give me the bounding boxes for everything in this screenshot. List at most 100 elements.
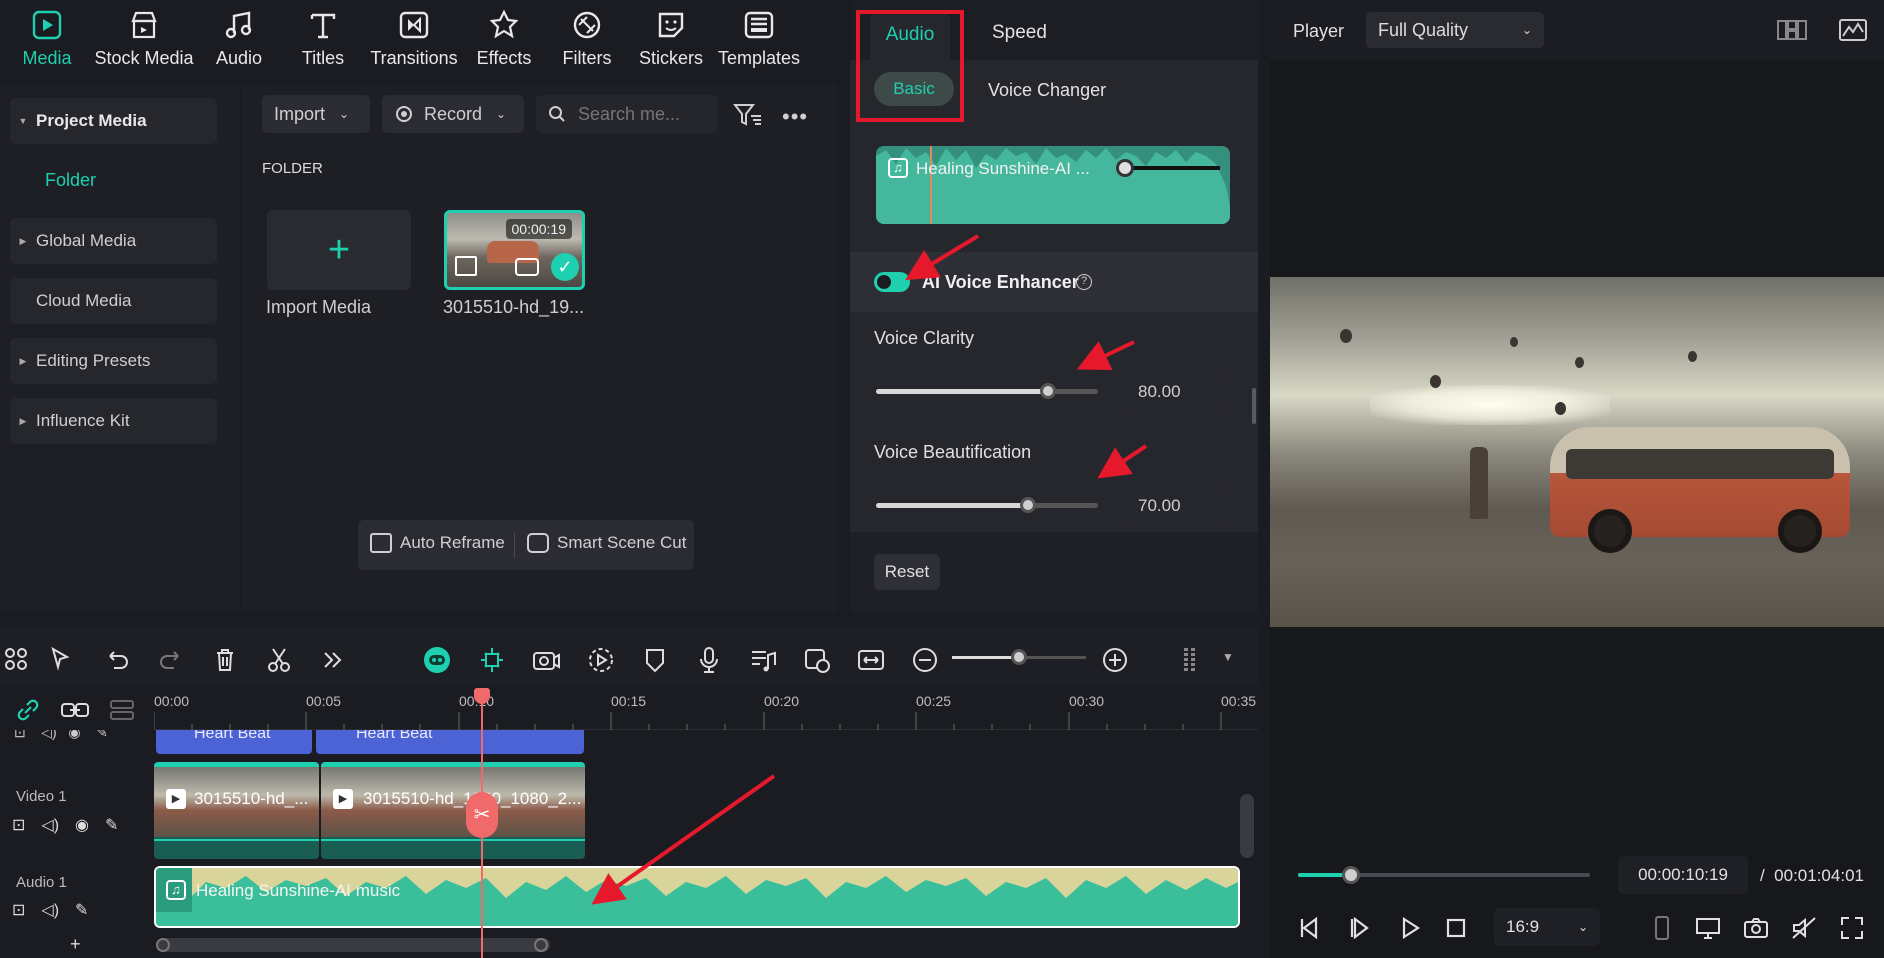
import-dropdown[interactable]: Import ⌄ (262, 95, 370, 133)
volume-icon[interactable]: ◁) (41, 815, 59, 835)
lock-icon[interactable]: ⊡ (12, 815, 25, 835)
track-manager-icon[interactable] (108, 696, 136, 724)
playhead-handle[interactable] (474, 688, 490, 704)
auto-reframe-button[interactable]: Auto Reframe (370, 533, 505, 553)
chevron-down-icon: ⌄ (1577, 920, 1588, 934)
timeline-hscrollbar[interactable] (156, 938, 550, 952)
camera-plus-icon[interactable] (531, 645, 561, 675)
wand-icon[interactable]: ✎ (75, 900, 88, 920)
microphone-icon[interactable] (694, 645, 724, 675)
zoom-slider-knob[interactable] (1011, 649, 1027, 665)
select-tool-icon[interactable] (48, 645, 78, 675)
timeline-grid-icon[interactable] (1178, 645, 1208, 675)
delete-icon[interactable] (210, 645, 240, 675)
more-tools-icon[interactable] (318, 645, 348, 675)
sidebar-item-influence-kit[interactable]: ▶ Influence Kit (10, 398, 217, 444)
title-clip[interactable]: Heart Beat (156, 730, 312, 754)
timeline-menu-chevron[interactable]: ▼ (1222, 650, 1234, 664)
wand-icon[interactable]: ✎ (105, 815, 118, 835)
panel-scrollbar[interactable] (1252, 388, 1256, 424)
import-media-tile[interactable]: + (267, 210, 411, 290)
sidebar-item-folder[interactable]: Folder (45, 170, 96, 191)
phone-preview-icon[interactable] (1648, 914, 1676, 942)
redo-icon[interactable] (156, 645, 186, 675)
display-icon[interactable] (1694, 914, 1722, 942)
add-track-button[interactable]: + (70, 934, 81, 955)
fit-icon[interactable] (856, 645, 886, 675)
video-clip[interactable]: ▶ 3015510-hd_... (154, 762, 319, 859)
toolbar-stickers[interactable]: Stickers (638, 8, 704, 69)
van-window-strip (1566, 449, 1834, 479)
reset-button[interactable]: Reset (874, 554, 940, 590)
hscroll-handle-left[interactable] (156, 938, 170, 952)
step-forward-icon[interactable] (1346, 914, 1374, 942)
quality-dropdown[interactable]: Full Quality ⌄ (1366, 12, 1544, 48)
toolbar-media[interactable]: Media (16, 8, 78, 69)
scissors-icon[interactable] (264, 645, 294, 675)
fullscreen-icon[interactable] (1838, 914, 1866, 942)
layout-grid-icon[interactable] (1776, 18, 1808, 42)
toolbar-effects[interactable]: Effects (476, 8, 532, 69)
toolbar-stock-media[interactable]: Stock Media (92, 8, 196, 69)
eye-icon[interactable]: ◉ (75, 815, 89, 835)
hscroll-handle-right[interactable] (534, 938, 548, 952)
step-back-icon[interactable] (1296, 914, 1324, 942)
playhead-scissors-icon[interactable]: ✂ (466, 792, 498, 838)
toolbar-transitions[interactable]: Transitions (370, 8, 458, 69)
title-clip[interactable]: Heart Beat (316, 730, 584, 754)
marker-icon[interactable] (640, 645, 670, 675)
link-icon[interactable] (14, 696, 42, 724)
voice-beautification-value[interactable]: 70.00 (1124, 487, 1232, 525)
media-clip-thumbnail[interactable]: 00:00:19 ✓ (444, 210, 585, 290)
preview-volume-knob[interactable] (1116, 159, 1134, 177)
record-dropdown[interactable]: Record ⌄ (382, 95, 524, 133)
ruler-label: 00:20 (764, 693, 800, 709)
undo-icon[interactable] (102, 645, 132, 675)
audio-beat-icon[interactable] (748, 645, 778, 675)
timeline-vscrollbar[interactable] (1240, 794, 1254, 858)
ai-mate-icon[interactable] (422, 645, 452, 675)
subtab-voice-changer[interactable]: Voice Changer (988, 80, 1106, 101)
media-search-box[interactable] (536, 95, 718, 133)
snap-icon[interactable] (477, 645, 507, 675)
audio-waveform-preview: ♫ Healing Sunshine-AI ... (876, 146, 1230, 224)
scope-icon[interactable] (1838, 18, 1868, 42)
toolbar-audio[interactable]: Audio (213, 8, 265, 69)
sidebar-item-project-media[interactable]: ▼ Project Media (10, 98, 217, 144)
motion-track-icon[interactable] (586, 645, 616, 675)
smart-scene-cut-button[interactable]: Smart Scene Cut (527, 533, 686, 553)
sidebar-item-global-media[interactable]: ▶ Global Media (10, 218, 217, 264)
toolbar-titles[interactable]: Titles (299, 8, 347, 69)
toolbar-filters[interactable]: Filters (562, 8, 612, 69)
video-clip[interactable]: ▶ 3015510-hd_1920_1080_2... (321, 762, 585, 859)
chevron-down-icon: ⌄ (1521, 23, 1532, 37)
sidebar-item-editing-presets[interactable]: ▶ Editing Presets (10, 338, 217, 384)
group-link-icon[interactable] (60, 696, 90, 724)
audio-clip[interactable]: ♫ Healing Sunshine-AI music (154, 866, 1240, 928)
sidebar-item-cloud-media[interactable]: Cloud Media (10, 278, 217, 324)
help-icon[interactable]: ? (1076, 274, 1092, 290)
play-icon[interactable] (1396, 914, 1424, 942)
tab-speed[interactable]: Speed (992, 22, 1047, 44)
playback-knob[interactable] (1342, 866, 1360, 884)
more-options-icon[interactable]: ••• (782, 104, 808, 130)
search-input[interactable] (578, 103, 708, 125)
stop-icon[interactable] (1442, 914, 1470, 942)
zoom-out-icon[interactable] (910, 645, 940, 675)
filter-icon[interactable] (733, 102, 763, 128)
voice-clarity-knob[interactable] (1040, 383, 1056, 399)
audio-mute-icon[interactable] (1790, 914, 1818, 942)
current-time-box[interactable]: 00:00:10:19 (1618, 856, 1748, 894)
clip-speed-icon[interactable] (802, 645, 832, 675)
video-preview[interactable] (1270, 277, 1884, 627)
snapshot-icon[interactable] (1742, 914, 1770, 942)
ai-voice-enhancer-toggle[interactable] (874, 272, 910, 292)
aspect-ratio-dropdown[interactable]: 16:9 ⌄ (1494, 908, 1600, 946)
layout-icon[interactable] (2, 645, 32, 675)
voice-clarity-value[interactable]: 80.00 (1124, 373, 1232, 411)
voice-beautification-knob[interactable] (1020, 497, 1036, 513)
lock-icon[interactable]: ⊡ (12, 900, 25, 920)
volume-icon[interactable]: ◁) (41, 900, 59, 920)
zoom-in-icon[interactable] (1100, 645, 1130, 675)
toolbar-templates[interactable]: Templates (718, 8, 800, 69)
